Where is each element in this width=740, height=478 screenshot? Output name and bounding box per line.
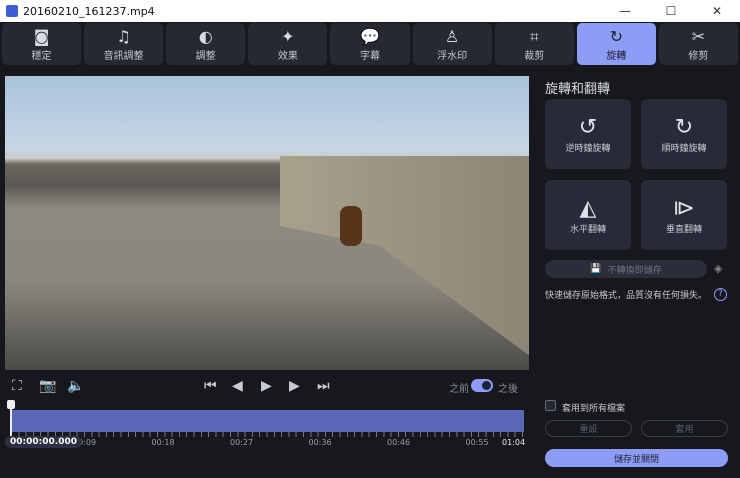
contrast-icon: ◐	[198, 26, 213, 46]
after-label: 之後	[498, 384, 518, 395]
rotate-ccw-label: 逆時鐘旋轉	[565, 143, 611, 154]
tab-label: 字幕	[359, 50, 380, 62]
rotate-cw-label: 順時鐘旋轉	[661, 143, 707, 154]
timeline-track[interactable]	[11, 410, 524, 432]
apply-to-all-checkbox[interactable]	[545, 400, 556, 411]
reset-button[interactable]: 重設	[545, 420, 632, 437]
flip-vertical-label: 垂直翻轉	[665, 224, 702, 235]
tab-label: 旋轉	[606, 50, 627, 62]
timeline-ruler	[11, 432, 524, 437]
skip-to-start-icon[interactable]: ⏮	[204, 378, 217, 394]
music-note-icon: ♫	[116, 26, 131, 46]
speech-bubble-icon: 💬	[360, 26, 380, 46]
tab-label: 裁剪	[524, 50, 545, 62]
rotate-ccw-button[interactable]: ↺ 逆時鐘旋轉	[545, 99, 631, 169]
tab-label: 修剪	[688, 50, 709, 62]
rotate-icon: ↻	[609, 26, 624, 46]
tab-2[interactable]: ◐ 調整	[166, 23, 246, 65]
save-without-conversion-button[interactable]: 💾 不轉換即儲存	[545, 260, 707, 278]
flip-horizontal-label: 水平翻轉	[569, 224, 606, 235]
close-button[interactable]: ✕	[694, 0, 740, 22]
timeline-tick-label: 00:18	[151, 438, 175, 447]
video-frame-dog	[340, 206, 362, 246]
maximize-button[interactable]: ☐	[648, 0, 694, 22]
rotate-cw-icon: ↻	[674, 114, 694, 140]
help-icon[interactable]: ?	[714, 288, 727, 301]
scissors-icon: ✂	[691, 26, 706, 46]
lossless-note: 快速儲存原始格式，品質沒有任何損失。	[545, 291, 708, 301]
tab-3[interactable]: ✦ 效果	[248, 23, 328, 65]
premium-diamond-icon: ◈	[714, 262, 723, 275]
floppy-icon: 💾	[590, 264, 602, 274]
app-icon	[6, 5, 18, 17]
timeline-tick-label: 00:46	[387, 438, 411, 447]
tool-tabs: ◙ 穩定 ♫ 音訊調整 ◐ 調整 ✦ 效果 💬 字幕 ♙ 浮水印 ⌗ 裁剪 ↻ 旋轉 ✂ 修剪	[2, 23, 738, 65]
save-and-close-button[interactable]: 儲存並關閉	[545, 449, 728, 467]
minimize-button[interactable]: —	[602, 0, 648, 22]
video-preview	[5, 76, 529, 370]
play-icon[interactable]: ▶	[261, 378, 272, 394]
magic-wand-icon: ✦	[281, 26, 295, 46]
lossless-label: 不轉換即儲存	[607, 265, 662, 276]
fullscreen-icon[interactable]: ⛶	[12, 378, 22, 394]
crop-icon: ⌗	[529, 26, 539, 46]
snapshot-camera-icon[interactable]: 📷	[39, 378, 56, 394]
current-time: 00:00:00.000	[5, 436, 82, 448]
stabilize-icon: ◙	[33, 26, 50, 46]
volume-icon[interactable]: 🔈	[67, 378, 84, 394]
before-label: 之前	[449, 384, 469, 395]
apply-button[interactable]: 套用	[641, 420, 728, 437]
flip-vertical-icon: ⧐	[673, 195, 695, 221]
tab-label: 浮水印	[437, 50, 468, 62]
panel-title: 旋轉和翻轉	[545, 82, 611, 97]
tab-0[interactable]: ◙ 穩定	[2, 23, 82, 65]
apply-to-all-label: 套用到所有檔案	[562, 404, 626, 414]
timeline-tick-label: 00:55	[465, 438, 489, 447]
next-frame-icon[interactable]: ▶	[289, 378, 300, 394]
flip-horizontal-button[interactable]: ◭ 水平翻轉	[545, 180, 631, 250]
timeline-tick-label: 00:27	[230, 438, 254, 447]
timeline-tick-label: 00:36	[308, 438, 332, 447]
video-frame-wall	[280, 156, 529, 356]
timeline-tick-label: 01:04	[502, 438, 526, 447]
tab-label: 音訊調整	[103, 50, 144, 62]
window-title: 20160210_161237.mp4	[23, 4, 155, 18]
skip-to-end-icon[interactable]: ⏭	[317, 378, 330, 394]
tab-8[interactable]: ✂ 修剪	[658, 23, 738, 65]
rotate-cw-button[interactable]: ↻ 順時鐘旋轉	[641, 99, 727, 169]
tab-7[interactable]: ↻ 旋轉	[576, 23, 656, 65]
previous-frame-icon[interactable]: ◀	[232, 378, 243, 394]
flip-horizontal-icon: ◭	[579, 195, 597, 221]
stamp-icon: ♙	[444, 26, 460, 46]
tab-label: 穩定	[31, 50, 52, 62]
tab-6[interactable]: ⌗ 裁剪	[494, 23, 574, 65]
tab-4[interactable]: 💬 字幕	[330, 23, 410, 65]
tab-label: 效果	[277, 50, 298, 62]
tab-label: 調整	[195, 50, 216, 62]
title-bar: 20160210_161237.mp4 — ☐ ✕	[0, 0, 740, 22]
before-after-toggle[interactable]	[471, 379, 493, 392]
flip-vertical-button[interactable]: ⧐ 垂直翻轉	[641, 180, 727, 250]
tab-5[interactable]: ♙ 浮水印	[412, 23, 492, 65]
tab-1[interactable]: ♫ 音訊調整	[84, 23, 164, 65]
rotate-ccw-icon: ↺	[578, 114, 598, 140]
playhead-handle[interactable]	[7, 400, 15, 438]
